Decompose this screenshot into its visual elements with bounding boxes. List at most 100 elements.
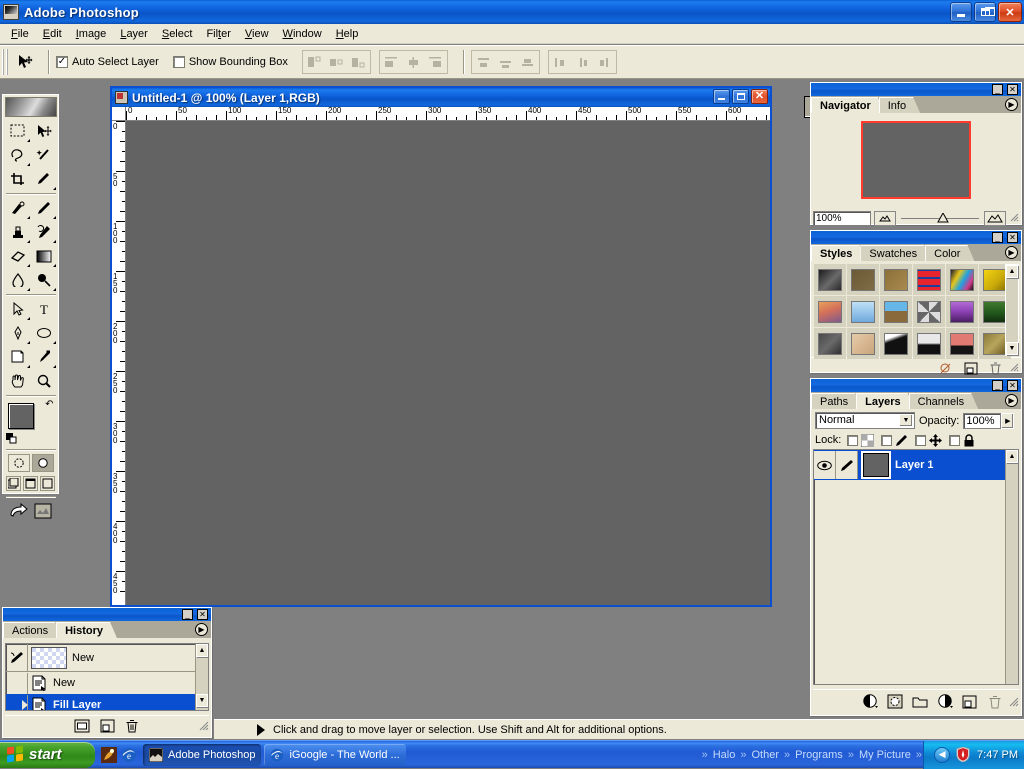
style-swatch[interactable] (913, 296, 945, 327)
rectangular-marquee-tool[interactable] (5, 119, 31, 143)
menu-window[interactable]: Window (276, 26, 329, 42)
new-snapshot-icon[interactable] (95, 716, 120, 735)
chevron-double-right-icon[interactable]: » (740, 749, 746, 761)
style-swatch[interactable] (814, 296, 846, 327)
gradient-tool[interactable] (31, 244, 57, 268)
type-tool[interactable]: T (31, 297, 57, 321)
imageready-preview-icon[interactable] (32, 502, 54, 520)
style-swatch[interactable] (946, 264, 978, 295)
style-swatch[interactable] (880, 264, 912, 295)
style-swatch[interactable] (880, 296, 912, 327)
menu-image[interactable]: Image (69, 26, 114, 42)
style-swatch[interactable] (880, 328, 912, 359)
layer-active-indicator[interactable] (836, 451, 858, 479)
zoom-out-icon[interactable] (874, 211, 896, 226)
styles-resize-grip[interactable] (1008, 361, 1019, 375)
history-scroll-down-arrow[interactable]: ▼ (196, 694, 208, 707)
tab-paths[interactable]: Paths (811, 393, 862, 409)
taskbar-clock[interactable]: 7:47 PM (977, 749, 1018, 761)
navigator-close-button[interactable]: ✕ (1007, 84, 1018, 95)
foreground-color-swatch[interactable] (8, 403, 34, 429)
eyedropper-tool[interactable] (31, 345, 57, 369)
zoom-tool[interactable] (31, 369, 57, 393)
distribute-vertical-centers-button[interactable] (495, 52, 516, 72)
lock-transparent-pixels-checkbox[interactable] (847, 435, 858, 446)
history-snapshot-row[interactable]: New (6, 644, 208, 672)
ruler-origin-corner[interactable] (112, 107, 126, 121)
layers-resize-grip[interactable] (1007, 695, 1019, 709)
image-canvas[interactable] (126, 121, 770, 605)
layer-thumbnail[interactable] (863, 453, 889, 477)
brush-tool[interactable] (31, 196, 57, 220)
layers-menu-icon[interactable]: ▶ (1005, 394, 1018, 407)
menu-edit[interactable]: Edit (36, 26, 69, 42)
chevron-double-right-icon[interactable]: » (848, 749, 854, 761)
history-state-gutter[interactable] (6, 695, 28, 712)
tab-info[interactable]: Info (879, 97, 920, 113)
styles-menu-icon[interactable]: ▶ (1005, 246, 1018, 259)
layers-list-scrollbar[interactable]: ▲ (1005, 450, 1018, 684)
history-resize-grip[interactable] (197, 719, 209, 733)
styles-close-button[interactable]: ✕ (1007, 232, 1018, 243)
menu-layer[interactable]: Layer (113, 26, 155, 42)
opacity-field[interactable]: 100% (963, 413, 1001, 429)
layer-mask-icon[interactable] (882, 692, 907, 711)
layers-palette-titlebar[interactable]: _ ✕ (811, 379, 1021, 392)
tab-history[interactable]: History (56, 622, 117, 638)
style-swatch[interactable] (847, 328, 879, 359)
options-bar-grip[interactable] (2, 49, 9, 75)
taskbar-item-photoshop[interactable]: Adobe Photoshop (143, 744, 261, 766)
layers-minimize-button[interactable]: _ (992, 380, 1003, 391)
layers-scroll-up-arrow[interactable]: ▲ (1006, 450, 1018, 463)
list-item[interactable]: New (6, 672, 208, 694)
layer-name[interactable]: Layer 1 (895, 459, 934, 471)
distribute-right-edges-button[interactable] (594, 52, 615, 72)
navigator-palette-titlebar[interactable]: _ ✕ (811, 83, 1021, 96)
pen-tool[interactable] (5, 321, 31, 345)
standard-screen-mode-button[interactable] (6, 476, 21, 491)
menu-file[interactable]: File (4, 26, 36, 42)
full-screen-with-menubar-mode-button[interactable] (23, 476, 38, 491)
tab-navigator[interactable]: Navigator (811, 97, 885, 113)
styles-scroll-down-arrow[interactable]: ▼ (1006, 342, 1018, 355)
align-top-edges-button[interactable] (304, 52, 325, 72)
new-layer-icon[interactable] (957, 692, 982, 711)
close-button[interactable]: ✕ (998, 2, 1022, 22)
hand-tool[interactable] (5, 369, 31, 393)
lock-all-checkbox[interactable] (949, 435, 960, 446)
notes-tool[interactable] (5, 345, 31, 369)
standard-mask-mode-button[interactable] (8, 454, 30, 472)
crop-tool[interactable] (5, 167, 31, 191)
new-style-icon[interactable] (958, 359, 983, 378)
styles-palette-titlebar[interactable]: _ ✕ (811, 231, 1021, 244)
navigator-zoom-field[interactable]: 100% (813, 211, 871, 226)
style-swatch[interactable] (814, 264, 846, 295)
document-titlebar[interactable]: Untitled-1 @ 100% (Layer 1,RGB) ✕ (112, 88, 770, 107)
document-close-button[interactable]: ✕ (751, 89, 768, 104)
healing-brush-tool[interactable] (5, 196, 31, 220)
taskbar-toolbar-other[interactable]: Other (751, 749, 779, 761)
menu-help[interactable]: Help (329, 26, 366, 42)
move-tool-icon[interactable] (12, 49, 38, 75)
styles-scrollbar[interactable]: ▲ ▼ (1005, 264, 1019, 356)
lock-image-pixels-checkbox[interactable] (881, 435, 892, 446)
align-horizontal-centers-button[interactable] (403, 52, 424, 72)
eraser-tool[interactable] (5, 244, 31, 268)
navigator-menu-icon[interactable]: ▶ (1005, 98, 1018, 111)
history-brush-icon[interactable] (6, 644, 28, 671)
quick-mask-mode-button[interactable] (32, 454, 54, 472)
styles-minimize-button[interactable]: _ (992, 232, 1003, 243)
show-bounding-box-checkbox[interactable]: Show Bounding Box (173, 56, 288, 68)
layer-style-icon[interactable] (857, 692, 882, 711)
distribute-bottom-edges-button[interactable] (517, 52, 538, 72)
tab-styles[interactable]: Styles (811, 245, 866, 261)
align-bottom-edges-button[interactable] (348, 52, 369, 72)
opacity-stepper-icon[interactable]: ▶ (1001, 413, 1014, 429)
style-swatch[interactable] (847, 264, 879, 295)
restore-button[interactable] (974, 2, 996, 22)
navigator-zoom-slider[interactable] (899, 211, 981, 226)
new-adjustment-layer-icon[interactable] (932, 692, 957, 711)
chevron-double-right-icon[interactable]: » (702, 749, 708, 761)
navigator-resize-grip[interactable] (1009, 211, 1019, 225)
clear-style-icon[interactable] (933, 359, 958, 378)
